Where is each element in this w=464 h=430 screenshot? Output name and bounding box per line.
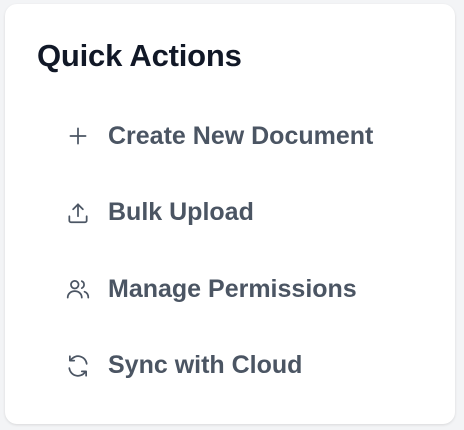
create-new-document-button[interactable]: Create New Document xyxy=(53,98,443,175)
action-label: Sync with Cloud xyxy=(108,351,303,380)
bulk-upload-button[interactable]: Bulk Upload xyxy=(53,175,443,252)
quick-actions-card: Quick Actions Create New Document Bulk U… xyxy=(5,4,455,424)
action-label: Create New Document xyxy=(108,121,374,150)
quick-actions-list: Create New Document Bulk Upload Manage P… xyxy=(53,98,443,404)
refresh-icon xyxy=(65,353,91,379)
sync-with-cloud-button[interactable]: Sync with Cloud xyxy=(53,328,443,405)
plus-icon xyxy=(65,123,91,149)
users-icon xyxy=(65,276,91,302)
manage-permissions-button[interactable]: Manage Permissions xyxy=(53,251,443,328)
action-label: Manage Permissions xyxy=(108,274,357,303)
action-label: Bulk Upload xyxy=(108,198,254,227)
upload-icon xyxy=(65,200,91,226)
card-title: Quick Actions xyxy=(37,38,242,73)
